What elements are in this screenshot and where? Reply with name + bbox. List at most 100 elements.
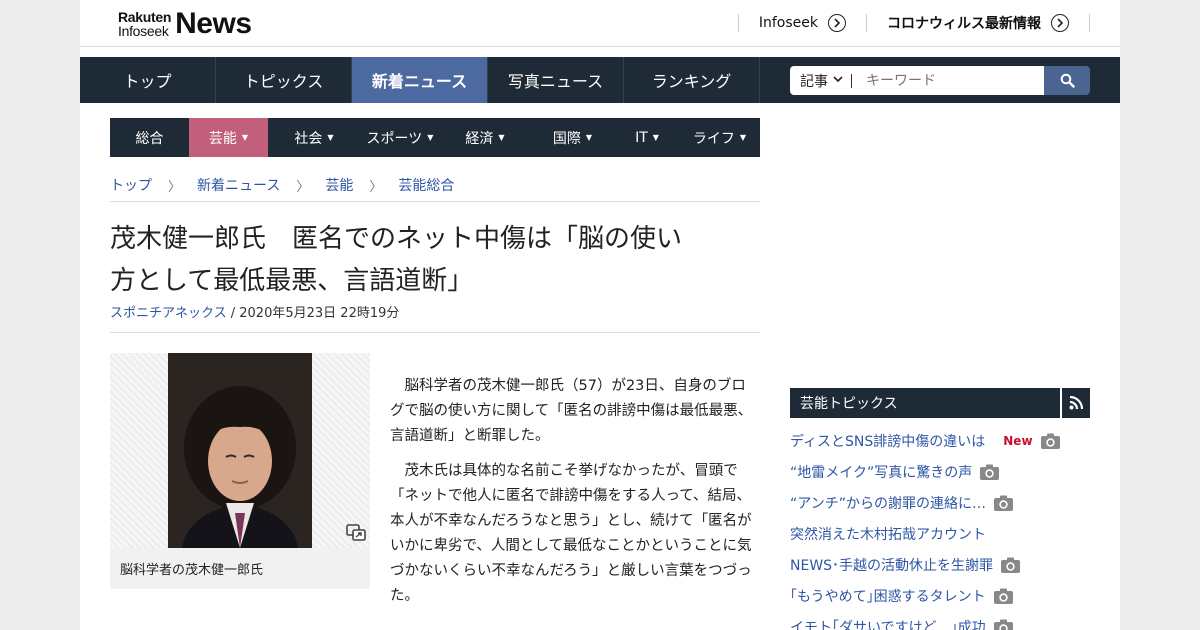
category-kokusai[interactable]: 国際 ▼	[530, 118, 615, 157]
topics-list: ディスとSNS誹謗中傷の違いは New “地雷メイク”写真に驚きの声 “アンチ”…	[790, 425, 1090, 630]
main-nav-ranking[interactable]: ランキング	[624, 57, 760, 103]
breadcrumb-geinou[interactable]: 芸能	[325, 175, 353, 195]
category-label: 経済	[465, 130, 494, 147]
topic-item[interactable]: “アンチ”からの謝罪の連絡に…	[790, 487, 1090, 518]
caret-down-icon: ▼	[498, 133, 505, 142]
topic-item[interactable]: イモト｢ダサいですけど…｣成功	[790, 611, 1090, 630]
camera-icon	[1040, 433, 1060, 449]
topic-item[interactable]: NEWS･手越の活動休止を生謝罪	[790, 549, 1090, 580]
caret-down-icon: ▼	[585, 133, 593, 142]
corona-info-link-label: コロナウィルス最新情報	[887, 16, 1041, 32]
topic-item[interactable]: 突然消えた木村拓哉アカウント	[790, 518, 1090, 549]
caret-down-icon: ▼	[427, 133, 434, 142]
category-it[interactable]: IT ▼	[615, 118, 679, 157]
article-photo-figure: 脳科学者の茂木健一郎氏	[110, 353, 370, 589]
main-nav-new-news[interactable]: 新着ニュース	[352, 57, 488, 103]
logo-wordmark: Rakuten Infoseek	[118, 10, 171, 38]
topics-title[interactable]: 芸能トピックス	[790, 393, 1060, 413]
article-paragraph: 茂木氏は具体的な名前こそ挙げなかったが、冒頭で「ネットで他人に匿名で誹謗中傷をす…	[390, 463, 752, 604]
camera-icon	[980, 464, 1000, 480]
topic-link[interactable]: “地雷メイク”写真に驚きの声	[790, 462, 972, 482]
topic-link[interactable]: “アンチ”からの謝罪の連絡に…	[790, 493, 986, 513]
article-date: / 2020年5月23日 22時19分	[226, 306, 400, 321]
breadcrumb-geinou-sougou[interactable]: 芸能総合	[398, 175, 454, 195]
breadcrumb: トップ 〉 新着ニュース 〉 芸能 〉 芸能総合	[110, 175, 454, 195]
chevron-down-icon	[833, 75, 843, 86]
topic-item[interactable]: ディスとSNS誹謗中傷の違いは New	[790, 425, 1090, 456]
article-body: 脳科学者の茂木健一郎氏（57）が23日、自身のブログで脳の使い方に関して「匿名の…	[390, 374, 760, 619]
category-sports[interactable]: スポーツ ▼	[360, 118, 440, 157]
search-icon	[1060, 73, 1075, 88]
article-byline: スポニチアネックス / 2020年5月23日 22時19分	[110, 302, 399, 321]
topic-link[interactable]: ｢もうやめて｣困惑するタレント	[790, 586, 986, 606]
select-divider	[851, 73, 852, 88]
breadcrumb-top[interactable]: トップ	[110, 175, 152, 195]
logo-infoseek-text: Infoseek	[118, 23, 169, 39]
chevron-right-circle-icon	[828, 14, 846, 32]
category-sougou[interactable]: 総合	[110, 118, 189, 157]
expand-image-icon[interactable]	[346, 524, 366, 542]
category-label: スポーツ	[366, 130, 423, 147]
search-type-select[interactable]: 記事	[790, 66, 858, 95]
category-label: ライフ	[692, 130, 735, 147]
corona-info-link[interactable]: コロナウィルス最新情報	[866, 14, 1090, 32]
main-nav: トップ トピックス 新着ニュース 写真ニュース ランキング 記事	[80, 57, 1120, 103]
chevron-right-circle-icon	[1051, 14, 1069, 32]
header-links: Infoseek コロナウィルス最新情報	[737, 12, 1090, 34]
topics-header: 芸能トピックス	[790, 388, 1090, 418]
topic-link[interactable]: NEWS･手越の活動休止を生謝罪	[790, 555, 993, 575]
search-button[interactable]	[1044, 66, 1090, 95]
article-photo[interactable]	[168, 353, 312, 548]
topic-link[interactable]: ディスとSNS誹謗中傷の違いは	[790, 431, 985, 451]
category-label: 国際	[552, 130, 581, 147]
main-nav-top[interactable]: トップ	[80, 57, 216, 103]
main-nav-topics[interactable]: トピックス	[216, 57, 352, 103]
category-label: IT	[635, 129, 648, 146]
chevron-right-icon: 〉	[168, 179, 182, 195]
infoseek-link[interactable]: Infoseek	[737, 14, 866, 32]
topic-link[interactable]: イモト｢ダサいですけど…｣成功	[790, 617, 986, 630]
rss-icon[interactable]	[1060, 388, 1090, 418]
rakuten-infoseek-news-logo[interactable]: Rakuten Infoseek News	[118, 6, 252, 42]
category-label: 社会	[294, 130, 323, 147]
new-badge: New	[1003, 433, 1033, 448]
search-type-value: 記事	[800, 73, 828, 90]
topic-item[interactable]: “地雷メイク”写真に驚きの声	[790, 456, 1090, 487]
caret-down-icon: ▼	[652, 133, 659, 142]
main-nav-photo-news[interactable]: 写真ニュース	[488, 57, 624, 103]
caret-down-icon: ▼	[241, 133, 249, 142]
camera-icon	[993, 588, 1013, 604]
topic-link[interactable]: 突然消えた木村拓哉アカウント	[790, 524, 986, 544]
search-form: 記事	[790, 66, 1090, 95]
caret-down-icon: ▼	[327, 133, 334, 142]
infoseek-link-label: Infoseek	[758, 15, 818, 31]
category-keizai[interactable]: 経済 ▼	[440, 118, 530, 157]
page: Rakuten Infoseek News Infoseek コロナウィルス最新…	[80, 0, 1120, 630]
divider	[110, 332, 760, 333]
category-shakai[interactable]: 社会 ▼	[268, 118, 360, 157]
article-source-link[interactable]: スポニチアネックス	[110, 306, 227, 321]
article-title-line1: 茂木健一郎氏 匿名でのネット中傷は「脳の使い	[110, 224, 683, 254]
site-header: Rakuten Infoseek News Infoseek コロナウィルス最新…	[80, 0, 1120, 47]
divider	[110, 201, 760, 202]
category-life[interactable]: ライフ ▼	[679, 118, 760, 157]
camera-icon	[993, 495, 1013, 511]
category-geinou[interactable]: 芸能 ▼	[189, 118, 268, 157]
chevron-right-icon: 〉	[296, 179, 310, 195]
category-label: 芸能	[208, 130, 237, 147]
caret-down-icon: ▼	[739, 133, 747, 142]
topic-item[interactable]: ｢もうやめて｣困惑するタレント	[790, 580, 1090, 611]
camera-icon	[1001, 557, 1021, 573]
breadcrumb-new-news[interactable]: 新着ニュース	[197, 175, 280, 195]
camera-icon	[993, 619, 1013, 630]
category-nav: 総合 芸能 ▼ 社会 ▼ スポーツ ▼ 経済 ▼ 国際 ▼ IT ▼ ライフ ▼	[110, 118, 760, 157]
article-title-line2: 方として最低最悪、言語道断」	[110, 266, 474, 296]
category-label: 総合	[135, 130, 164, 147]
chevron-right-icon: 〉	[369, 179, 383, 195]
logo-news-text: News	[175, 7, 252, 40]
portrait-illustration	[168, 353, 312, 548]
article-title: 茂木健一郎氏 匿名でのネット中傷は「脳の使い 方として最低最悪、言語道断」	[110, 218, 760, 302]
article-paragraph: 脳科学者の茂木健一郎氏（57）が23日、自身のブログで脳の使い方に関して「匿名の…	[390, 378, 753, 444]
search-input[interactable]	[858, 66, 1044, 95]
logo-rakuten-text: Rakuten	[118, 9, 172, 25]
